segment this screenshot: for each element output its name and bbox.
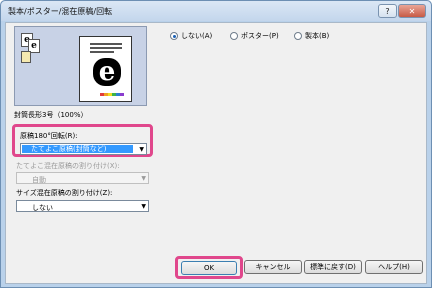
dialog-window: 製本/ポスター/混在原稿/回転 ? ✕ e e e 封筒長形3号（100%） 原… (0, 0, 432, 288)
radio-label: 製本(B) (305, 32, 330, 40)
document-stack-icon (21, 51, 31, 63)
title-help-button[interactable]: ? (378, 4, 397, 18)
rotate-selected-value: たてよこ原稿(封筒など) (22, 145, 133, 153)
question-icon: ? (385, 6, 390, 16)
ok-highlight-frame: OK (175, 256, 243, 279)
chevron-down-icon: ▼ (139, 146, 144, 153)
dialog-client-area: e e e 封筒長形3号（100%） 原稿180°回転(R): たてよこ原稿(封… (5, 22, 427, 284)
ok-button[interactable]: OK (181, 261, 237, 275)
mixed-orientation-value: 自動 (32, 176, 46, 184)
window-title: 製本/ポスター/混在原稿/回転 (8, 7, 113, 16)
rotate-highlight-frame: 原稿180°回転(R): たてよこ原稿(封筒など) ▼ (12, 124, 153, 157)
radio-label: ポスター(P) (241, 32, 279, 40)
mixed-orientation-select: 自動 ▼ (16, 172, 149, 184)
radio-button-selected[interactable] (170, 32, 178, 40)
cancel-button[interactable]: キャンセル (244, 260, 302, 274)
radio-button[interactable] (294, 32, 302, 40)
layout-preview: e e e (14, 26, 147, 106)
mixed-size-value: しない (32, 204, 53, 212)
radio-none[interactable]: しない(A) (170, 31, 212, 41)
paper-size-caption: 封筒長形3号（100%） (14, 111, 88, 119)
radio-poster[interactable]: ポスター(P) (230, 31, 279, 41)
close-icon: ✕ (408, 6, 416, 16)
title-bar: 製本/ポスター/混在原稿/回転 ? ✕ (1, 1, 431, 21)
text-line (90, 47, 122, 49)
chevron-down-icon: ▼ (141, 203, 146, 210)
mixed-size-select[interactable]: しない ▼ (16, 200, 149, 212)
close-button[interactable]: ✕ (398, 4, 426, 18)
page-letter: e (93, 58, 121, 86)
radio-booklet[interactable]: 製本(B) (294, 31, 329, 41)
help-button[interactable]: ヘルプ(H) (365, 260, 423, 274)
text-line (90, 43, 122, 45)
color-bar (100, 93, 124, 96)
page-order-icon: e e (19, 31, 45, 71)
restore-defaults-button[interactable]: 標準に戻す(D) (304, 260, 362, 274)
mixed-size-label: サイズ混在原稿の割り付け(Z): (16, 189, 113, 197)
chevron-down-icon: ▼ (141, 175, 146, 182)
radio-button[interactable] (230, 32, 238, 40)
rotate-label: 原稿180°回転(R): (20, 132, 78, 140)
mixed-orientation-label: たてよこ混在原稿の割り付け(X): (16, 162, 120, 170)
text-line (90, 51, 114, 53)
radio-label: しない(A) (181, 32, 213, 40)
rotate-select[interactable]: たてよこ原稿(封筒など) ▼ (20, 143, 147, 155)
preview-page: e (79, 36, 132, 102)
